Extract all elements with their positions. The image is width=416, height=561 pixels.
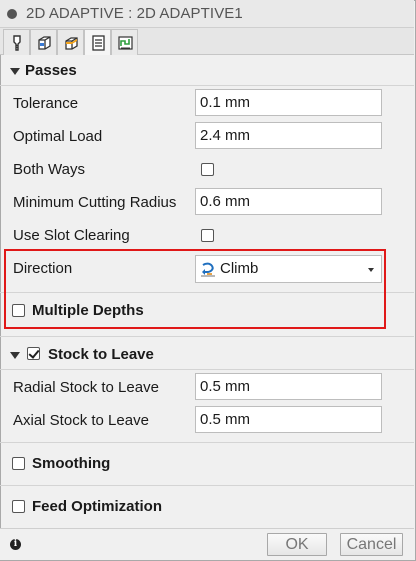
expand-triangle-icon[interactable] [10, 68, 20, 75]
feed-optimization-heading: Feed Optimization [32, 498, 163, 515]
passes-icon [92, 35, 105, 51]
dialog-title: 2D ADAPTIVE : 2D ADAPTIVE1 [26, 5, 243, 22]
radial-stock-input[interactable]: 0.5 mm [195, 373, 382, 400]
min-cutting-radius-input[interactable]: 0.6 mm [195, 188, 382, 215]
smoothing-checkbox[interactable] [12, 457, 25, 470]
passes-heading: Passes [25, 62, 77, 79]
divider [0, 442, 414, 443]
divider [0, 485, 414, 486]
stock-section-header[interactable]: Stock to Leave [0, 340, 414, 370]
divider [0, 85, 414, 86]
slot-clearing-checkbox[interactable] [201, 229, 214, 242]
feed-optimization-checkbox[interactable] [12, 500, 25, 513]
radial-stock-label: Radial Stock to Leave [13, 379, 159, 396]
title-bar: 2D ADAPTIVE : 2D ADAPTIVE1 [0, 0, 414, 28]
tolerance-input[interactable]: 0.1 mm [195, 89, 382, 116]
tab-tool[interactable] [3, 29, 30, 55]
geometry-icon [38, 36, 51, 50]
divider [0, 336, 414, 337]
both-ways-checkbox[interactable] [201, 163, 214, 176]
tab-passes[interactable] [84, 29, 111, 55]
expand-triangle-icon[interactable] [10, 352, 20, 359]
tab-heights[interactable] [57, 29, 84, 55]
min-cutting-radius-label: Minimum Cutting Radius [13, 194, 177, 211]
stock-heading: Stock to Leave [48, 346, 154, 363]
slot-clearing-label: Use Slot Clearing [13, 227, 130, 244]
smoothing-heading: Smoothing [32, 455, 111, 472]
passes-section-header[interactable]: Passes [0, 56, 414, 86]
tab-bar [0, 28, 414, 55]
tab-linking[interactable] [111, 29, 138, 55]
heights-icon [65, 37, 78, 50]
collapse-dialog-icon[interactable] [7, 9, 17, 19]
both-ways-label: Both Ways [13, 161, 85, 178]
optimal-load-label: Optimal Load [13, 128, 103, 145]
ok-button[interactable]: OK [267, 533, 327, 556]
axial-stock-label: Axial Stock to Leave [13, 412, 149, 429]
axial-stock-input[interactable]: 0.5 mm [195, 406, 382, 433]
info-icon[interactable]: i [10, 539, 21, 550]
dialog-footer: i OK Cancel [0, 528, 414, 560]
cancel-button[interactable]: Cancel [340, 533, 403, 556]
stock-to-leave-checkbox[interactable] [27, 347, 40, 360]
tool-icon [13, 35, 21, 51]
tolerance-label: Tolerance [13, 95, 79, 112]
optimal-load-input[interactable]: 2.4 mm [195, 122, 382, 149]
tab-geometry[interactable] [30, 29, 57, 55]
highlight-box [4, 249, 386, 329]
linking-icon [118, 36, 133, 50]
divider [0, 369, 414, 370]
